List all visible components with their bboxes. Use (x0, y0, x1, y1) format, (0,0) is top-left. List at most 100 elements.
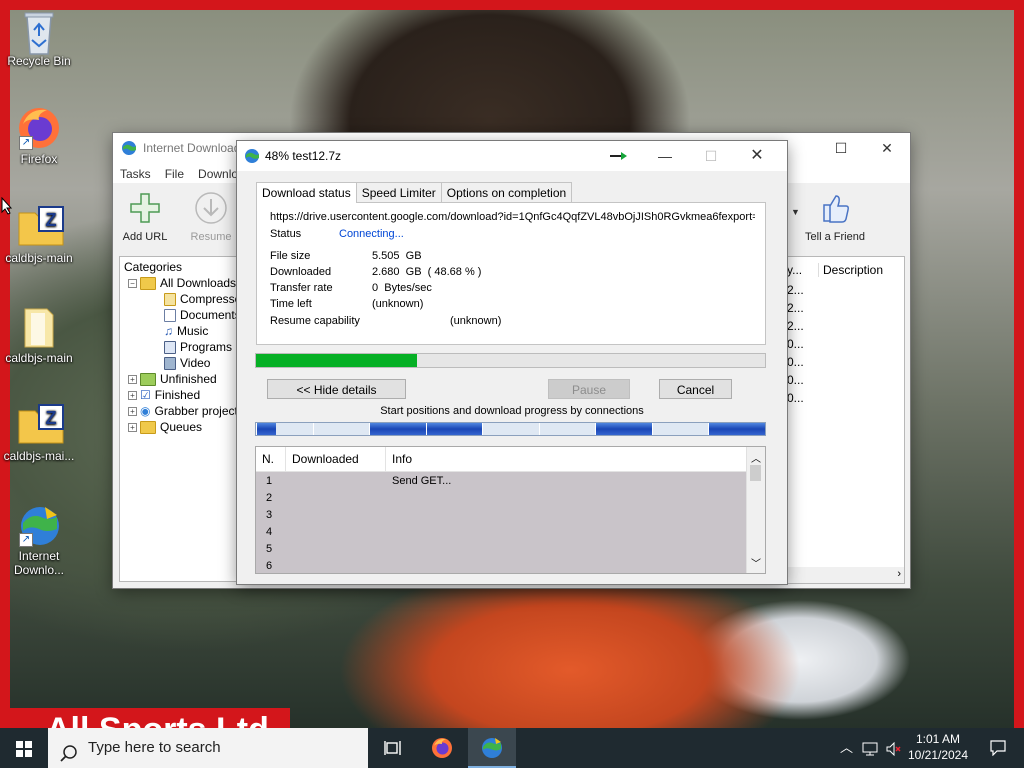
list-row[interactable]: 0... (787, 391, 804, 405)
list-column-header-partial[interactable]: y... (787, 263, 811, 277)
collapse-icon[interactable]: − (128, 279, 137, 289)
idm-globe-icon: ↗ (17, 503, 61, 547)
notification-center-button[interactable] (978, 728, 1018, 768)
cancel-button[interactable]: Cancel (659, 379, 732, 399)
dialog-titlebar[interactable]: 48% test12.7z — ☐ ✕ (237, 141, 787, 171)
zip-folder-icon: Z (17, 205, 64, 249)
tab-speed-limiter[interactable]: Speed Limiter (355, 182, 442, 203)
downloaded-label: Downloaded (270, 266, 332, 278)
resume-button[interactable]: Resume (181, 191, 241, 243)
toolbar-dropdown-arrow-icon[interactable]: ▼ (791, 207, 800, 217)
taskbar-clock[interactable]: 1:01 AM 10/21/2024 (906, 731, 970, 763)
desktop-icon-label: caldbjs-mai... (3, 449, 75, 463)
category-compressed[interactable]: Compressed (164, 291, 248, 307)
close-button[interactable]: ✕ (734, 141, 780, 171)
desktop-icon-caldbjs-folder[interactable]: caldbjs-main (1, 305, 77, 365)
category-unfinished[interactable]: + Unfinished (128, 371, 217, 387)
desktop-icon-internet-download-manager[interactable]: ↗ Internet Downlo... (1, 503, 77, 577)
menu-tasks[interactable]: Tasks (120, 167, 151, 181)
table-row[interactable]: 3 (256, 507, 749, 524)
minimize-arrow-icon[interactable] (610, 150, 627, 160)
maximize-button[interactable]: ☐ (688, 141, 734, 171)
start-button[interactable] (0, 728, 48, 768)
task-view-icon (384, 740, 402, 759)
scroll-up-icon[interactable]: ︿ (751, 450, 761, 465)
status-value: Connecting... (339, 228, 404, 240)
minimize-button[interactable]: — (642, 141, 688, 171)
time-left-label: Time left (270, 298, 312, 310)
desktop-icon-caldbjs-zip-2[interactable]: Z caldbjs-mai... (1, 403, 77, 463)
column-header-info[interactable]: Info (386, 447, 747, 471)
hide-details-button[interactable]: << Hide details (267, 379, 406, 399)
download-list-panel[interactable]: y... Description 2... 2... 2... 0... 0..… (786, 256, 905, 584)
file-size-value: 5.505 GB (372, 250, 422, 262)
connection-segment (482, 423, 539, 435)
tell-a-friend-button[interactable]: Tell a Friend (803, 191, 867, 243)
close-button[interactable]: ✕ (864, 133, 910, 163)
folder-icon (140, 277, 156, 291)
category-all-downloads[interactable]: − All Downloads (128, 275, 236, 291)
vertical-scrollbar[interactable]: ︿ ﹀ (746, 447, 765, 573)
list-row[interactable]: 0... (787, 337, 804, 351)
desktop-icon-label: caldbjs-main (5, 351, 73, 365)
table-row[interactable]: 2 (256, 490, 749, 507)
taskbar-search-box[interactable]: Type here to search (48, 728, 368, 768)
horizontal-scrollbar[interactable]: › (787, 567, 904, 583)
shortcut-arrow-icon: ↗ (19, 533, 33, 547)
category-documents[interactable]: Documents (164, 307, 241, 323)
expand-icon[interactable]: + (128, 407, 137, 417)
resume-capability-value: (unknown) (450, 315, 502, 327)
table-row[interactable]: 1 Send GET... (256, 473, 749, 490)
svg-text:Z: Z (46, 408, 57, 428)
scrollbar-thumb[interactable] (750, 465, 761, 481)
network-icon[interactable] (862, 728, 878, 768)
download-progress-dialog[interactable]: 48% test12.7z — ☐ ✕ Download status Spee… (237, 141, 787, 584)
volume-muted-icon[interactable] (886, 728, 902, 768)
table-row[interactable]: 5 (256, 541, 749, 558)
maximize-button[interactable]: ☐ (818, 133, 864, 163)
list-row[interactable]: 2... (787, 319, 804, 333)
connections-table[interactable]: N. Downloaded Info 1 Send GET... 2 3 4 5 (255, 446, 766, 574)
connection-segment (595, 423, 652, 435)
pause-button[interactable]: Pause (548, 379, 630, 399)
category-grabber-projects[interactable]: + ◉ Grabber projects (128, 403, 244, 419)
category-queues[interactable]: + Queues (128, 419, 202, 435)
task-view-button[interactable] (372, 728, 412, 768)
downloaded-value: 2.680 GB ( 48.68 % ) (372, 266, 482, 278)
expand-icon[interactable]: + (128, 391, 137, 401)
column-header-downloaded[interactable]: Downloaded (286, 447, 386, 471)
category-programs[interactable]: Programs (164, 339, 232, 355)
connection-segment-fill (370, 423, 426, 435)
add-url-button[interactable]: Add URL (115, 191, 175, 243)
list-row[interactable]: 2... (787, 301, 804, 315)
taskbar-idm-button[interactable] (468, 728, 516, 768)
category-finished[interactable]: + ☑ Finished (128, 387, 200, 403)
firefox-icon (431, 737, 453, 762)
column-header-number[interactable]: N. (256, 447, 286, 471)
tab-download-status[interactable]: Download status (256, 182, 357, 203)
desktop-icon-firefox[interactable]: ↗ Firefox (1, 106, 77, 166)
taskbar: Type here to search ︿ 1:01 AM 10/21/2024 (0, 728, 1024, 768)
tray-chevron-up-icon[interactable]: ︿ (840, 728, 853, 768)
menu-file[interactable]: File (165, 167, 184, 181)
taskbar-firefox-button[interactable] (420, 728, 464, 768)
scroll-right-icon[interactable]: › (897, 568, 901, 580)
scroll-down-icon[interactable]: ﹀ (751, 555, 761, 570)
transfer-rate-label: Transfer rate (270, 282, 333, 294)
tab-options-on-completion[interactable]: Options on completion (440, 182, 573, 203)
desktop-icon-recycle-bin[interactable]: Recycle Bin (1, 8, 77, 68)
connections-caption: Start positions and download progress by… (380, 405, 644, 417)
table-row[interactable]: 4 (256, 524, 749, 541)
list-row[interactable]: 2... (787, 283, 804, 297)
category-video[interactable]: Video (164, 355, 210, 371)
list-row[interactable]: 0... (787, 373, 804, 387)
category-music[interactable]: ♫ Music (164, 323, 208, 339)
list-column-header-description[interactable]: Description (818, 263, 883, 277)
table-row[interactable]: 6 (256, 558, 749, 573)
expand-icon[interactable]: + (128, 423, 137, 433)
row-number: 2 (266, 492, 273, 504)
expand-icon[interactable]: + (128, 375, 137, 385)
list-row[interactable]: 0... (787, 355, 804, 369)
mouse-cursor-icon (1, 196, 13, 218)
row-info: Send GET... (392, 475, 452, 487)
